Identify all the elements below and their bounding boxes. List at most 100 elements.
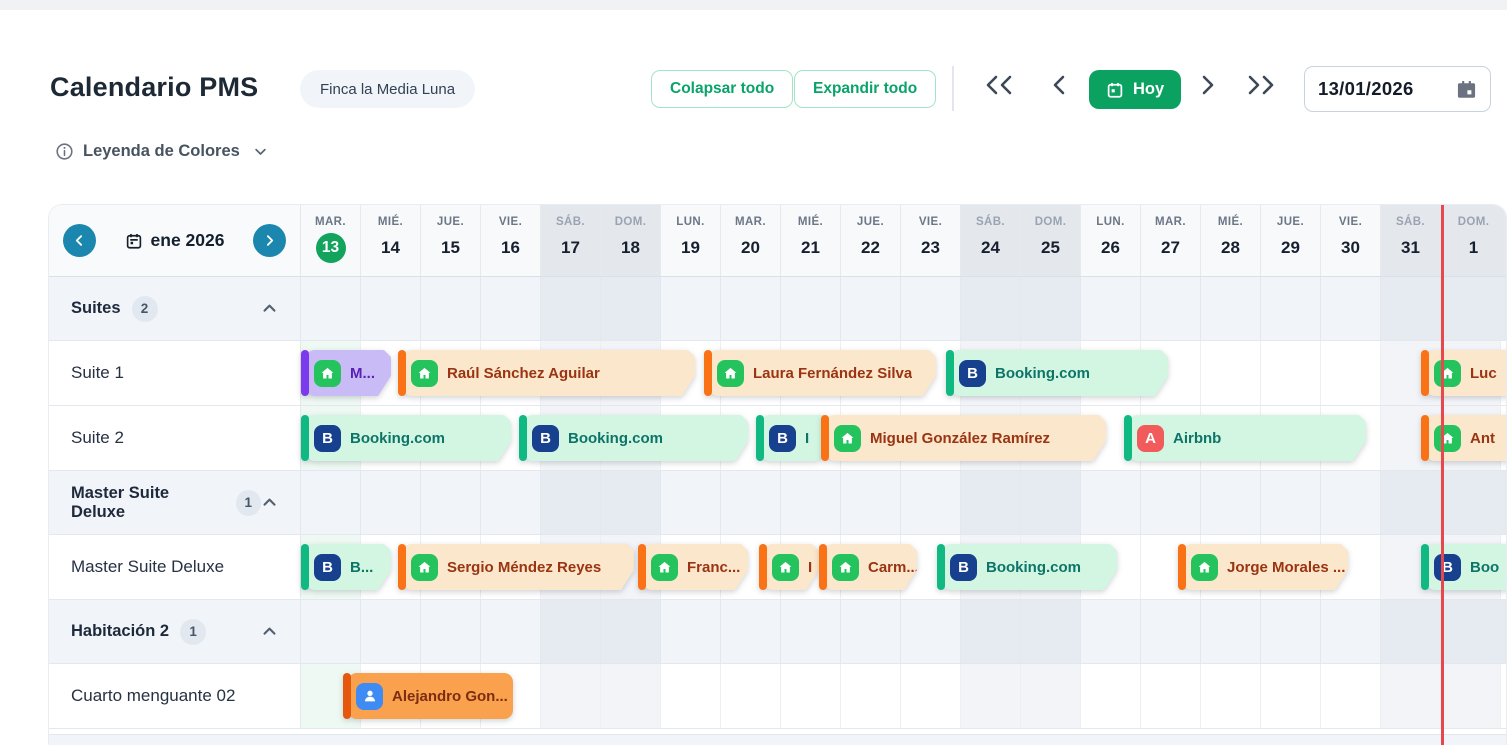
day-column-header-27[interactable]: MAR.27 [1141,205,1201,276]
day-column-header-25[interactable]: DOM.25 [1021,205,1081,276]
day-column-header-29[interactable]: JUE.29 [1261,205,1321,276]
grid-cell-14[interactable] [361,277,421,340]
grid-cell-19[interactable] [661,600,721,663]
expand-all-button[interactable]: Expandir todo [794,70,936,108]
nav-next-button[interactable] [1198,74,1218,96]
grid-cell-25[interactable] [1021,600,1081,663]
collapse-group-button[interactable] [261,300,278,317]
day-column-header-13[interactable]: MAR.13 [301,205,361,276]
grid-cell-17[interactable] [541,277,601,340]
grid-cell-30[interactable] [1321,341,1381,405]
reservation-bar[interactable]: AAirbnb [1124,415,1366,461]
grid-cell-30[interactable] [1321,600,1381,663]
reservation-bar[interactable]: I [759,544,819,590]
grid-cell-27[interactable] [1141,277,1201,340]
grid-cell-21[interactable] [781,471,841,534]
grid-cell-13[interactable] [301,277,361,340]
grid-cell-30[interactable] [1321,277,1381,340]
grid-cell-30[interactable] [1321,471,1381,534]
grid-cell-15[interactable] [421,277,481,340]
grid-cell-18[interactable] [601,471,661,534]
grid-cell-24[interactable] [961,600,1021,663]
grid-cell-21[interactable] [781,277,841,340]
grid-cell-28[interactable] [1201,664,1261,728]
nav-prev-button[interactable] [1049,74,1069,96]
reservation-bar[interactable]: Alejandro Gon... [343,673,513,719]
day-column-header-30[interactable]: VIE.30 [1321,205,1381,276]
grid-cell-31[interactable] [1381,664,1441,728]
grid-cell-29[interactable] [1261,341,1321,405]
day-column-header-1[interactable]: DOM.1 [1441,205,1506,276]
grid-cell-24[interactable] [961,277,1021,340]
reservation-bar[interactable]: BBooking.com [937,544,1117,590]
month-prev-button[interactable] [63,224,96,257]
collapse-group-button[interactable] [261,623,278,640]
grid-cell-31[interactable] [1381,600,1441,663]
grid-cell-25[interactable] [1021,277,1081,340]
reservation-bar[interactable]: Jorge Morales ... [1178,544,1348,590]
date-input[interactable]: 13/01/2026 [1304,66,1491,112]
grid-cell-1[interactable] [1441,277,1506,340]
nav-last-button[interactable] [1243,74,1277,96]
grid-cell-20[interactable] [721,471,781,534]
grid-cell-20[interactable] [721,277,781,340]
grid-cell-29[interactable] [1261,664,1321,728]
reservation-bar[interactable]: Ant [1421,415,1507,461]
calendar-icon[interactable] [1456,79,1477,100]
grid-cell-23[interactable] [901,471,961,534]
grid-cell-1[interactable] [1441,664,1501,728]
grid-cell-29[interactable] [1261,471,1321,534]
grid-cell-18[interactable] [601,277,661,340]
today-button[interactable]: Hoy [1089,70,1181,109]
grid-cell-26[interactable] [1081,664,1141,728]
reservation-bar[interactable]: BBooking.com [519,415,748,461]
grid-cell-19[interactable] [661,664,721,728]
grid-cell-27[interactable] [1141,600,1201,663]
grid-cell-23[interactable] [901,664,961,728]
reservation-bar[interactable]: Luc [1421,350,1507,396]
grid-cell-28[interactable] [1201,277,1261,340]
grid-cell-31[interactable] [1381,277,1441,340]
grid-cell-16[interactable] [481,600,541,663]
grid-cell-1[interactable] [1441,471,1506,534]
day-column-header-15[interactable]: JUE.15 [421,205,481,276]
grid-cell-27[interactable] [1141,471,1201,534]
grid-cell-28[interactable] [1201,471,1261,534]
day-column-header-20[interactable]: MAR.20 [721,205,781,276]
grid-cell-27[interactable] [1141,664,1201,728]
grid-cell-16[interactable] [481,277,541,340]
reservation-bar[interactable]: BBoo [1421,544,1507,590]
grid-cell-18[interactable] [601,600,661,663]
grid-cell-14[interactable] [361,471,421,534]
day-column-header-16[interactable]: VIE.16 [481,205,541,276]
grid-cell-24[interactable] [961,664,1021,728]
reservation-bar[interactable]: Carm... [819,544,917,590]
day-column-header-22[interactable]: JUE.22 [841,205,901,276]
grid-cell-26[interactable] [1081,277,1141,340]
grid-cell-18[interactable] [601,664,661,728]
grid-cell-17[interactable] [541,664,601,728]
day-column-header-23[interactable]: VIE.23 [901,205,961,276]
reservation-bar[interactable]: BBooking.com [946,350,1168,396]
grid-cell-23[interactable] [901,600,961,663]
legend-toggle[interactable]: Leyenda de Colores [55,142,268,161]
grid-cell-20[interactable] [721,600,781,663]
day-column-header-26[interactable]: LUN.26 [1081,205,1141,276]
grid-cell-24[interactable] [961,471,1021,534]
grid-cell-16[interactable] [481,471,541,534]
grid-cell-23[interactable] [901,277,961,340]
grid-cell-28[interactable] [1201,600,1261,663]
grid-cell-20[interactable] [721,664,781,728]
reservation-bar[interactable]: BB... [301,544,391,590]
reservation-bar[interactable]: Miguel González Ramírez [821,415,1106,461]
day-column-header-18[interactable]: DOM.18 [601,205,661,276]
grid-cell-14[interactable] [361,600,421,663]
day-column-header-21[interactable]: MIÉ.21 [781,205,841,276]
day-column-header-17[interactable]: SÁB.17 [541,205,601,276]
collapse-group-button[interactable] [261,494,278,511]
day-column-header-28[interactable]: MIÉ.28 [1201,205,1261,276]
grid-cell-13[interactable] [301,600,361,663]
month-next-button[interactable] [253,224,286,257]
reservation-bar[interactable]: BI [756,415,831,461]
grid-cell-21[interactable] [781,664,841,728]
